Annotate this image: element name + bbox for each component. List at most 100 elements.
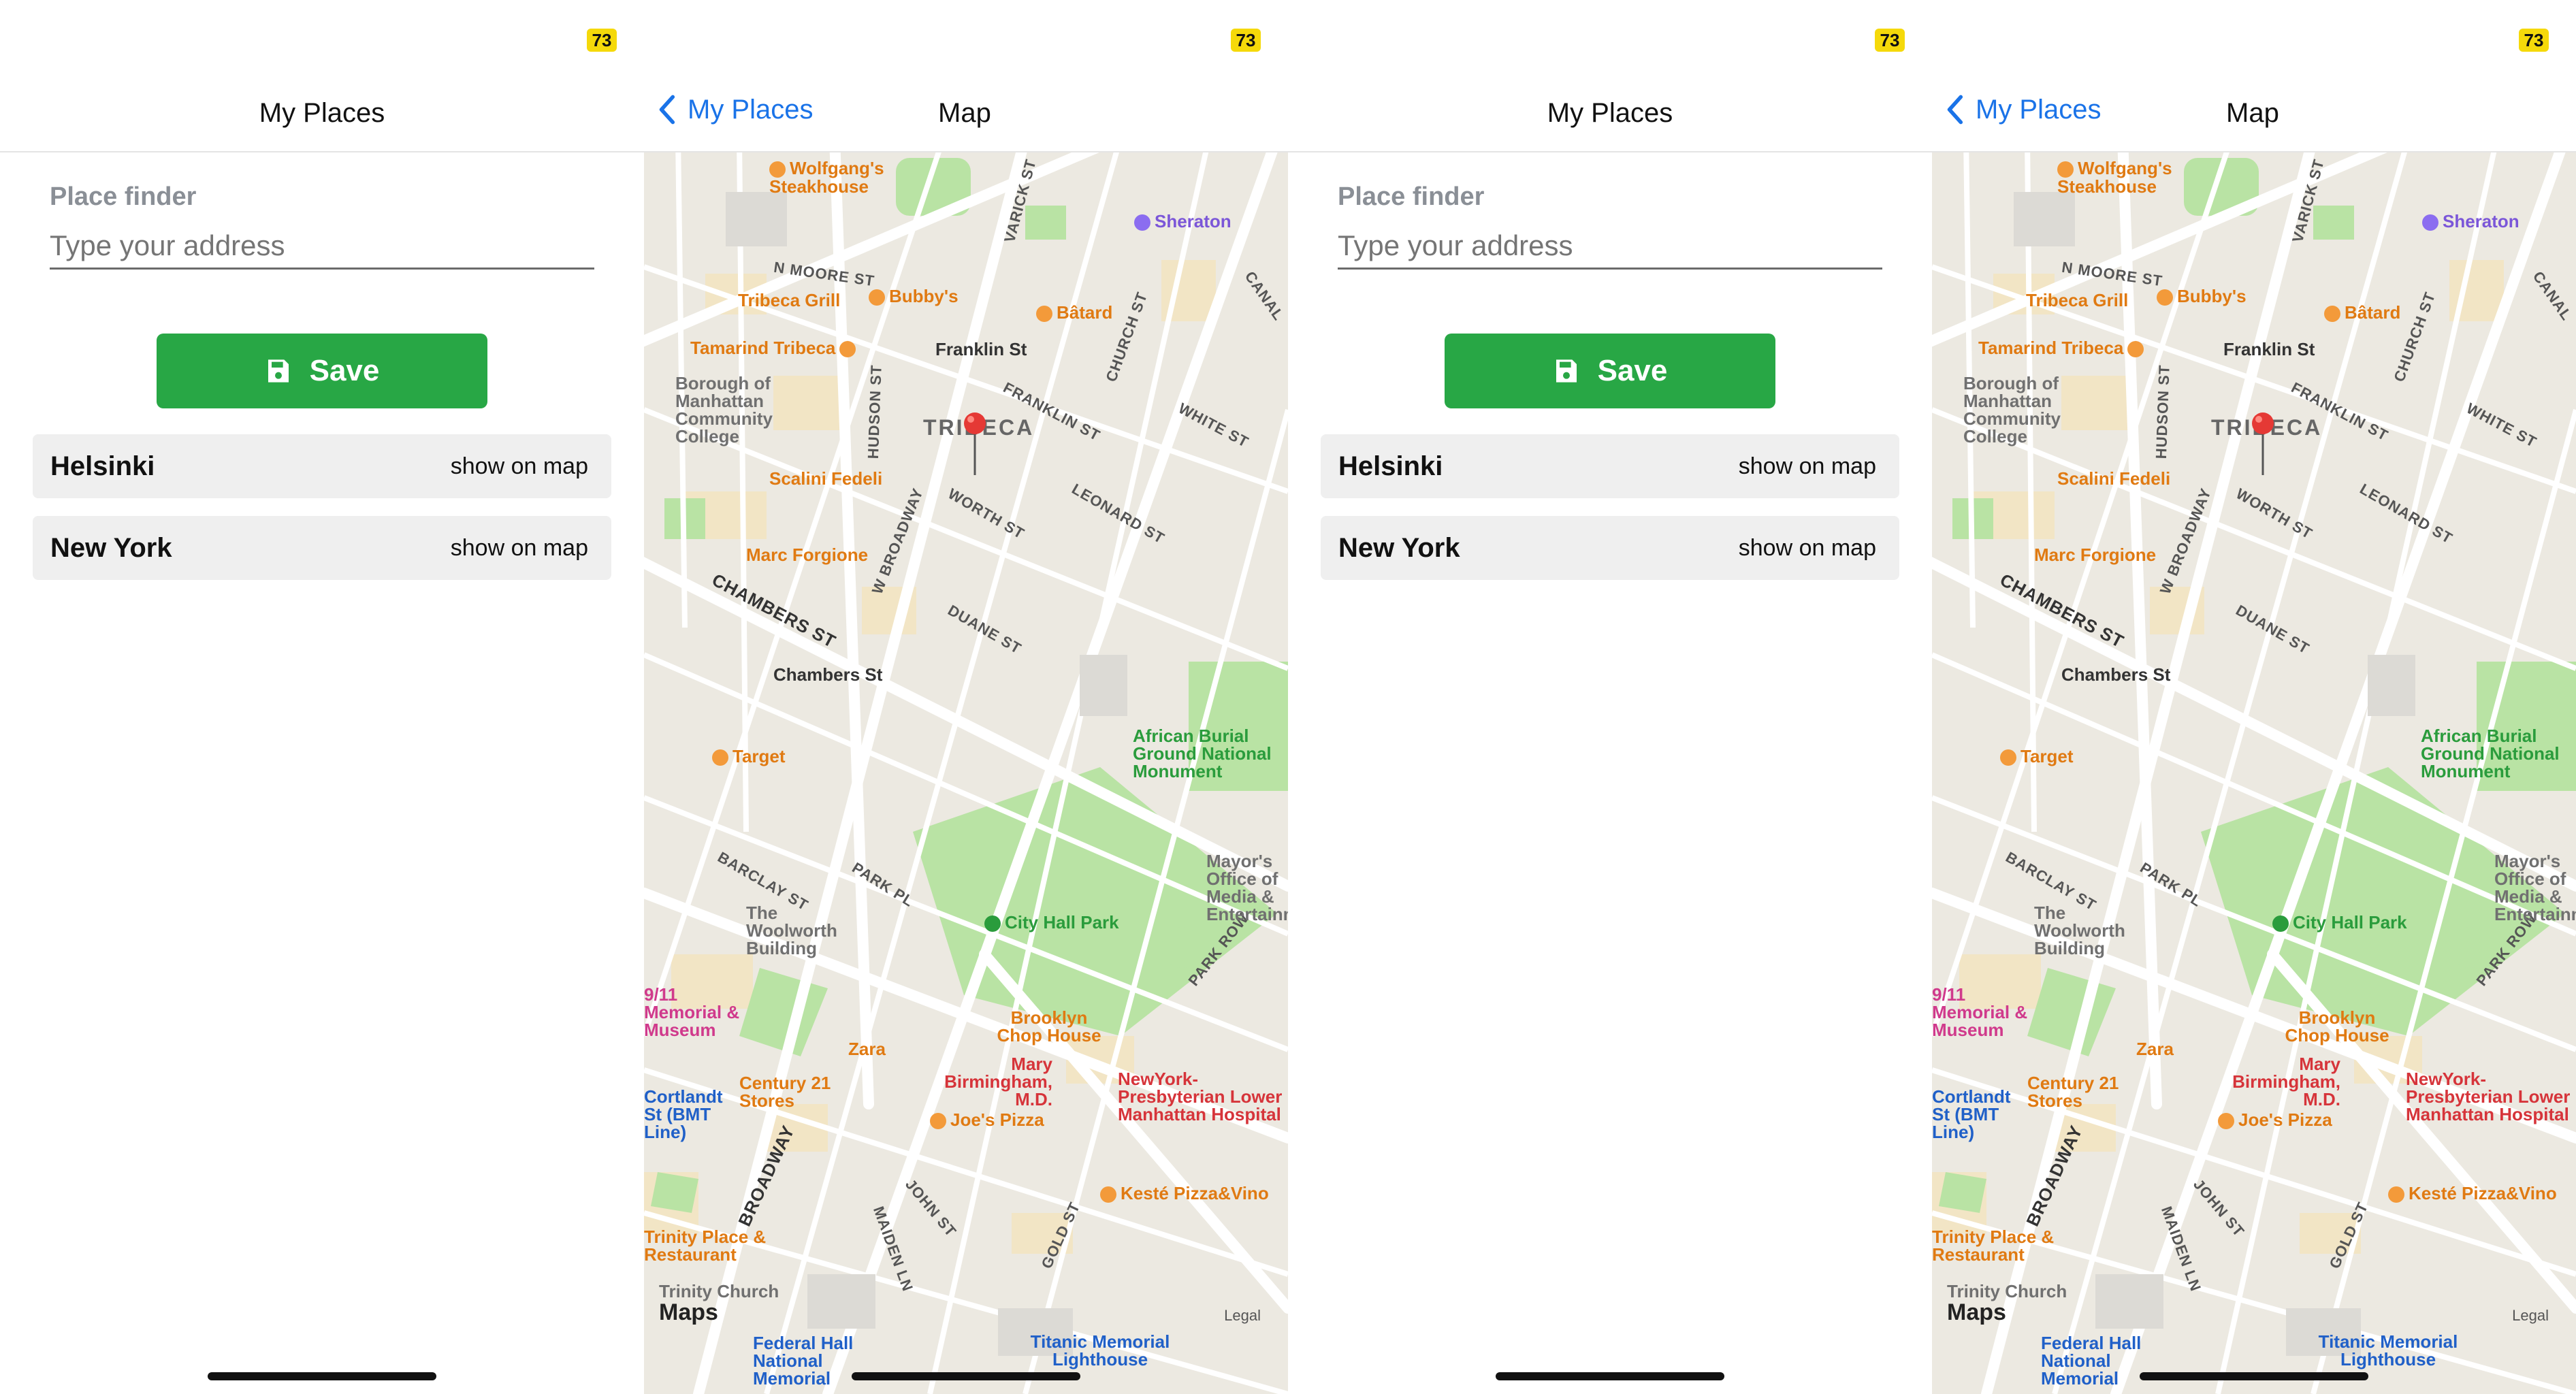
- poi-trinity-church[interactable]: Trinity Church: [1947, 1282, 2067, 1300]
- poi-joes-pizza[interactable]: Joe's Pizza: [930, 1111, 1044, 1130]
- chevron-left-icon: [1947, 95, 1963, 125]
- show-on-map-link[interactable]: show on map: [451, 535, 588, 562]
- address-input[interactable]: [50, 224, 594, 270]
- street-label: HUDSON ST: [864, 364, 885, 459]
- place-finder-form: Place finder: [50, 182, 594, 270]
- poi-cortlandt-st-station[interactable]: Cortlandt St (BMT Line): [644, 1088, 723, 1141]
- poi-bmcc[interactable]: Borough of Manhattan Community College: [675, 374, 791, 445]
- map-pin-icon[interactable]: [961, 410, 988, 478]
- legal-link[interactable]: Legal: [1224, 1307, 1261, 1325]
- place-finder-label: Place finder: [1338, 182, 1485, 211]
- poi-target[interactable]: Target: [2000, 747, 2074, 766]
- poi-sheraton[interactable]: Sheraton: [1134, 212, 1231, 231]
- poi-joes-pizza[interactable]: Joe's Pizza: [2218, 1111, 2332, 1130]
- poi-mary-birmingham[interactable]: Mary Birmingham, M.D.: [930, 1055, 1052, 1108]
- show-on-map-link[interactable]: show on map: [1739, 535, 1876, 562]
- place-name: New York: [1338, 532, 1460, 563]
- page-title: My Places: [1547, 98, 1673, 128]
- poi-african-burial-ground[interactable]: African Burial Ground National Monument: [1133, 727, 1288, 780]
- list-item-helsinki[interactable]: Helsinki show on map: [33, 434, 611, 498]
- poi-titanic-memorial[interactable]: Titanic Memorial Lighthouse: [1018, 1333, 1182, 1368]
- poi-cortlandt-st-station[interactable]: Cortlandt St (BMT Line): [1932, 1088, 2011, 1141]
- poi-911-memorial[interactable]: 9/11 Memorial & Museum: [644, 986, 760, 1039]
- poi-zara[interactable]: Zara: [2136, 1040, 2174, 1058]
- poi-titanic-memorial[interactable]: Titanic Memorial Lighthouse: [2306, 1333, 2470, 1368]
- poi-franklin-st-station[interactable]: Franklin St: [935, 340, 1027, 358]
- poi-zara[interactable]: Zara: [848, 1040, 886, 1058]
- poi-keste-pizza[interactable]: Kesté Pizza&Vino: [1100, 1184, 1269, 1203]
- poi-keste-pizza[interactable]: Kesté Pizza&Vino: [2388, 1184, 2557, 1203]
- poi-target[interactable]: Target: [712, 747, 786, 766]
- poi-mary-birmingham[interactable]: Mary Birmingham, M.D.: [2218, 1055, 2340, 1108]
- poi-federal-hall[interactable]: Federal Hall National Memorial: [753, 1334, 862, 1387]
- poi-brooklyn-chop-house[interactable]: Brooklyn Chop House: [991, 1009, 1107, 1044]
- floppy-disk-icon: [1556, 359, 1577, 383]
- show-on-map-link[interactable]: show on map: [1739, 453, 1876, 480]
- poi-sheraton[interactable]: Sheraton: [2422, 212, 2519, 231]
- navbar: My Places Map: [644, 75, 1288, 152]
- save-button-label: Save: [1597, 354, 1668, 387]
- list-item-new-york[interactable]: New York show on map: [33, 516, 611, 580]
- save-button[interactable]: Save: [157, 334, 487, 408]
- home-indicator: [208, 1372, 436, 1380]
- save-button[interactable]: Save: [1445, 334, 1775, 408]
- poi-trinity-church[interactable]: Trinity Church: [659, 1282, 779, 1300]
- poi-century-21[interactable]: Century 21 Stores: [2027, 1074, 2129, 1109]
- poi-tamarind[interactable]: Tamarind Tribeca: [1978, 339, 2148, 358]
- poi-bubbys[interactable]: Bubby's: [869, 287, 959, 306]
- poi-tamarind[interactable]: Tamarind Tribeca: [690, 339, 860, 358]
- place-finder-form: Place finder: [1338, 182, 1882, 270]
- poi-bubbys[interactable]: Bubby's: [2157, 287, 2247, 306]
- list-item-new-york[interactable]: New York show on map: [1321, 516, 1899, 580]
- poi-mayors-office[interactable]: Mayor's Office of Media & Entertainment: [1206, 852, 1288, 923]
- list-item-helsinki[interactable]: Helsinki show on map: [1321, 434, 1899, 498]
- legal-link[interactable]: Legal: [2512, 1307, 2549, 1325]
- poi-mayors-office[interactable]: Mayor's Office of Media & Entertainment: [2494, 852, 2576, 923]
- poi-nyp-hospital[interactable]: NewYork-Presbyterian Lower Manhattan Hos…: [1118, 1070, 1288, 1123]
- home-indicator: [1496, 1372, 1724, 1380]
- poi-marc-forgione[interactable]: Marc Forgione: [2034, 546, 2156, 564]
- poi-century-21[interactable]: Century 21 Stores: [739, 1074, 841, 1109]
- poi-scalini-fedeli[interactable]: Scalini Fedeli: [2057, 470, 2170, 487]
- poi-tribeca-grill[interactable]: Tribeca Grill: [738, 291, 840, 309]
- poi-woolworth[interactable]: The Woolworth Building: [2034, 904, 2125, 957]
- poi-city-hall-park[interactable]: City Hall Park: [2272, 913, 2407, 933]
- poi-federal-hall[interactable]: Federal Hall National Memorial: [2041, 1334, 2150, 1387]
- poi-trinity-place[interactable]: Trinity Place & Restaurant: [644, 1228, 767, 1263]
- screen-my-places-1: 73 My Places Place finder Save Helsinki …: [0, 0, 644, 1394]
- floppy-disk-icon: [268, 359, 289, 383]
- page-title: My Places: [259, 98, 385, 128]
- poi-nyp-hospital[interactable]: NewYork-Presbyterian Lower Manhattan Hos…: [2406, 1070, 2576, 1123]
- place-name: Helsinki: [50, 451, 155, 481]
- poi-woolworth[interactable]: The Woolworth Building: [746, 904, 837, 957]
- poi-tribeca-grill[interactable]: Tribeca Grill: [2026, 291, 2128, 309]
- poi-wolfgangs[interactable]: Wolfgang's Steakhouse: [769, 159, 885, 195]
- poi-brooklyn-chop-house[interactable]: Brooklyn Chop House: [2279, 1009, 2395, 1044]
- poi-bmcc[interactable]: Borough of Manhattan Community College: [1963, 374, 2079, 445]
- back-button[interactable]: My Places: [1946, 94, 2102, 125]
- map-pin-icon[interactable]: [2249, 410, 2276, 478]
- poi-batard[interactable]: Bâtard: [2324, 304, 2400, 323]
- chevron-left-icon: [659, 95, 675, 125]
- home-indicator: [2140, 1372, 2368, 1380]
- poi-chambers-st-station[interactable]: Chambers St: [2061, 666, 2170, 683]
- street-label: HUDSON ST: [2152, 364, 2173, 459]
- poi-wolfgangs[interactable]: Wolfgang's Steakhouse: [2057, 159, 2173, 195]
- poi-franklin-st-station[interactable]: Franklin St: [2223, 340, 2315, 358]
- poi-city-hall-park[interactable]: City Hall Park: [984, 913, 1119, 933]
- navbar: My Places: [1288, 75, 1932, 152]
- map-view[interactable]: TRIBECA VARICK ST N MOORE ST HUDSON ST F…: [1932, 151, 2576, 1394]
- poi-marc-forgione[interactable]: Marc Forgione: [746, 546, 868, 564]
- poi-scalini-fedeli[interactable]: Scalini Fedeli: [769, 470, 882, 487]
- poi-batard[interactable]: Bâtard: [1036, 304, 1112, 323]
- address-input[interactable]: [1338, 224, 1882, 270]
- back-button[interactable]: My Places: [658, 94, 814, 125]
- poi-911-memorial[interactable]: 9/11 Memorial & Museum: [1932, 986, 2048, 1039]
- poi-chambers-st-station[interactable]: Chambers St: [773, 666, 882, 683]
- show-on-map-link[interactable]: show on map: [451, 453, 588, 480]
- map-view[interactable]: TRIBECA VARICK ST N MOORE ST HUDSON ST F…: [644, 151, 1288, 1394]
- poi-trinity-place[interactable]: Trinity Place & Restaurant: [1932, 1228, 2055, 1263]
- poi-african-burial-ground[interactable]: African Burial Ground National Monument: [2421, 727, 2576, 780]
- page-title: Map: [2226, 98, 2279, 128]
- place-name: New York: [50, 532, 172, 563]
